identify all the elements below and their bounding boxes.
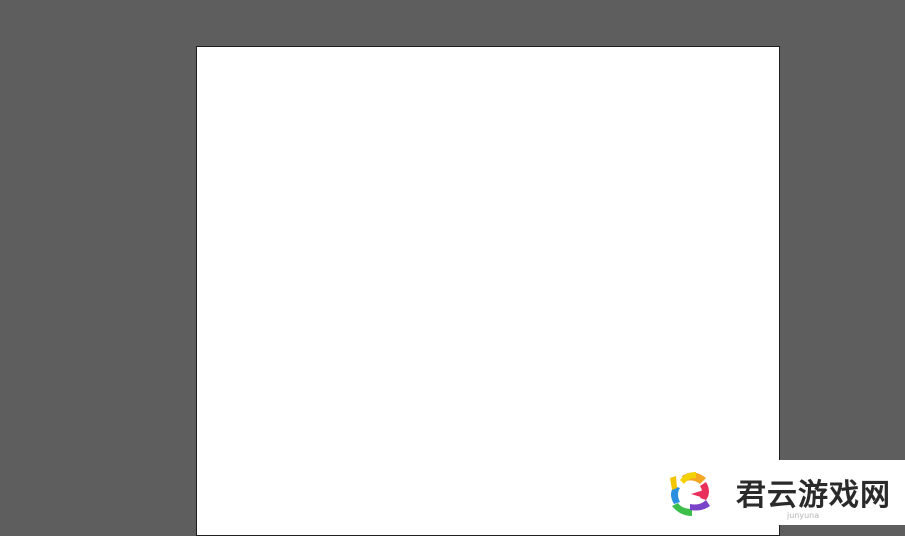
- watermark-subtitle: junyuna: [787, 511, 820, 520]
- pinwheel-logo-icon: [670, 472, 710, 516]
- watermark: 君云游戏网 junyuna: [642, 460, 905, 525]
- watermark-title: 君云游戏网: [736, 478, 891, 513]
- canvas-workspace[interactable]: 君云游戏网 junyuna: [0, 0, 905, 536]
